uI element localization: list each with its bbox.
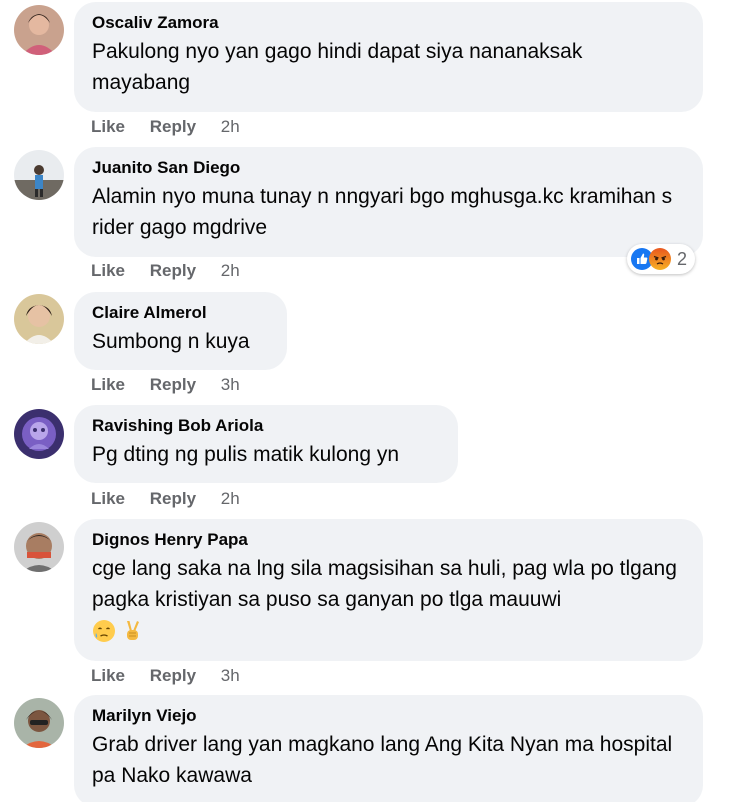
avatar[interactable] (14, 522, 64, 572)
comment-author[interactable]: Claire Almerol (92, 302, 269, 324)
comment-actions: Like Reply 2h (91, 117, 240, 137)
angry-reaction-icon (649, 248, 671, 270)
like-button[interactable]: Like (91, 375, 125, 394)
avatar[interactable] (14, 294, 64, 344)
sad-relieved-emoji-icon (92, 619, 116, 643)
comment-bubble: Dignos Henry Papa cge lang saka na lng s… (74, 519, 703, 661)
comment-timestamp[interactable]: 2h (221, 489, 240, 508)
comment-bubble: Marilyn Viejo Grab driver lang yan magka… (74, 695, 703, 802)
reply-button[interactable]: Reply (150, 489, 196, 508)
reply-button[interactable]: Reply (150, 261, 196, 280)
avatar[interactable] (14, 698, 64, 748)
avatar[interactable] (14, 409, 64, 459)
reply-button[interactable]: Reply (150, 375, 196, 394)
comment-bubble: Oscaliv Zamora Pakulong nyo yan gago hin… (74, 2, 703, 112)
emoji-row (92, 619, 685, 643)
comment-text: Grab driver lang yan magkano lang Ang Ki… (92, 733, 673, 787)
comment-author[interactable]: Ravishing Bob Ariola (92, 415, 440, 437)
comment-text: Alamin nyo muna tunay n nngyari bgo mghu… (92, 185, 673, 239)
victory-hand-emoji-icon (120, 619, 144, 643)
comment-timestamp[interactable]: 2h (221, 117, 240, 136)
comment-author[interactable]: Dignos Henry Papa (92, 529, 685, 551)
avatar[interactable] (14, 150, 64, 200)
reaction-summary[interactable]: 2 (627, 244, 696, 274)
avatar[interactable] (14, 5, 64, 55)
comment-actions: Like Reply 2h (91, 261, 240, 281)
comment-timestamp[interactable]: 3h (221, 375, 240, 394)
comment-bubble: Juanito San Diego Alamin nyo muna tunay … (74, 147, 703, 257)
like-button[interactable]: Like (91, 261, 125, 280)
comment-actions: Like Reply 3h (91, 666, 240, 686)
comment-text: Pakulong nyo yan gago hindi dapat siya n… (92, 40, 583, 94)
reply-button[interactable]: Reply (150, 666, 196, 685)
like-button[interactable]: Like (91, 489, 125, 508)
reply-button[interactable]: Reply (150, 117, 196, 136)
comment-actions: Like Reply 2h (91, 489, 240, 509)
comment-author[interactable]: Juanito San Diego (92, 157, 685, 179)
comment-text: Pg dting ng pulis matik kulong yn (92, 443, 400, 466)
like-button[interactable]: Like (91, 117, 125, 136)
comment-thread: Oscaliv Zamora Pakulong nyo yan gago hin… (0, 0, 750, 802)
comment-text: cge lang saka na lng sila magsisihan sa … (92, 557, 677, 611)
comment-timestamp[interactable]: 2h (221, 261, 240, 280)
like-button[interactable]: Like (91, 666, 125, 685)
comment-author[interactable]: Marilyn Viejo (92, 705, 685, 727)
reaction-count: 2 (677, 248, 688, 269)
comment-actions: Like Reply 3h (91, 375, 240, 395)
comment-bubble: Ravishing Bob Ariola Pg dting ng pulis m… (74, 405, 458, 483)
comment-timestamp[interactable]: 3h (221, 666, 240, 685)
comment-text: Sumbong n kuya (92, 330, 250, 353)
comment-author[interactable]: Oscaliv Zamora (92, 12, 685, 34)
comment-bubble: Claire Almerol Sumbong n kuya (74, 292, 287, 370)
